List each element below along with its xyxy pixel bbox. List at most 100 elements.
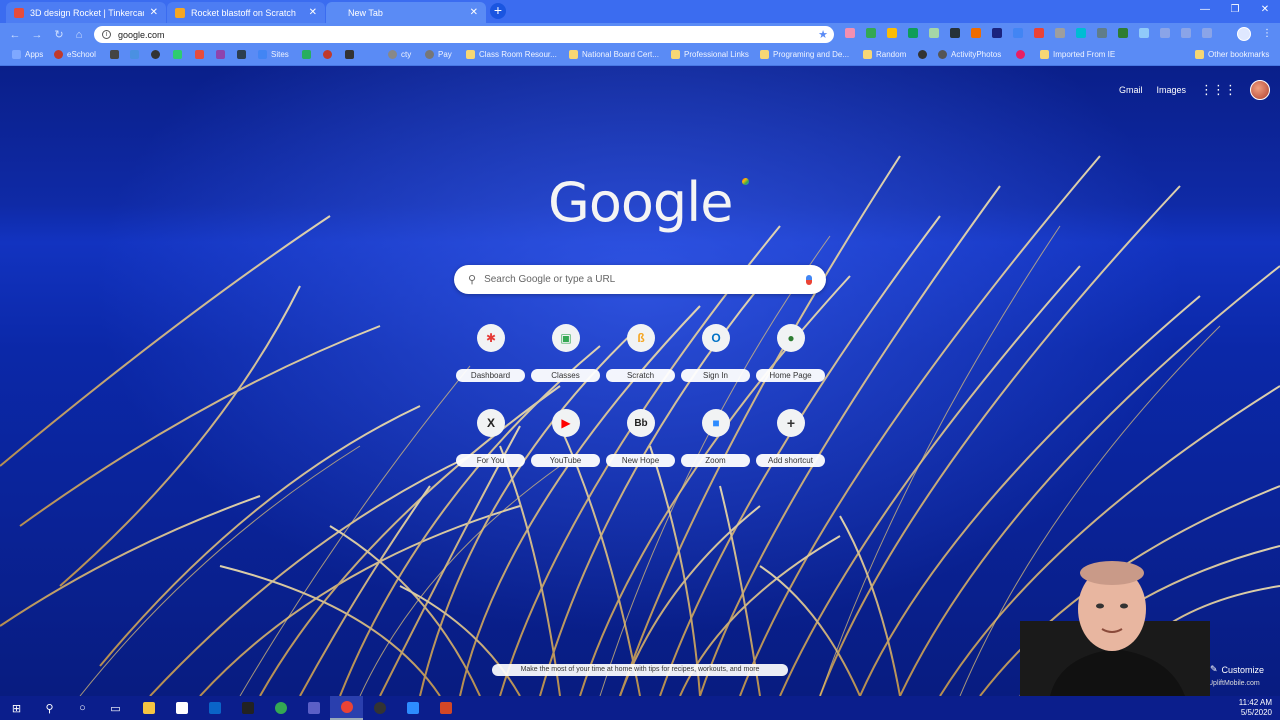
extension-icon[interactable] bbox=[1076, 28, 1086, 38]
extension-icon[interactable] bbox=[1160, 28, 1170, 38]
bookmark-star-icon[interactable]: ★ bbox=[818, 28, 828, 41]
extension-icon[interactable] bbox=[1139, 28, 1149, 38]
extension-icon[interactable] bbox=[971, 28, 981, 38]
bookmark-folder[interactable]: National Board Cert... bbox=[569, 50, 659, 59]
extension-icon[interactable] bbox=[845, 28, 855, 38]
close-window-icon[interactable]: ✕ bbox=[1250, 0, 1280, 22]
gmail-link[interactable]: Gmail bbox=[1119, 85, 1143, 95]
extension-icon[interactable] bbox=[1202, 28, 1212, 38]
zoom-icon[interactable] bbox=[396, 696, 429, 720]
teams-icon[interactable] bbox=[297, 696, 330, 720]
menu-icon[interactable]: ⋮ bbox=[1262, 28, 1272, 39]
system-clock[interactable]: 11:42 AM 5/5/2020 bbox=[1239, 698, 1272, 718]
info-icon[interactable]: i bbox=[102, 30, 111, 39]
search-input[interactable] bbox=[484, 274, 806, 285]
windows-start-icon[interactable]: ⊞ bbox=[0, 696, 33, 720]
home-icon[interactable]: ⌂ bbox=[72, 28, 86, 42]
shortcut-sign-in[interactable]: O Sign In bbox=[678, 324, 753, 409]
close-icon[interactable]: ✕ bbox=[309, 7, 317, 18]
bookmark-folder[interactable]: Programing and De... bbox=[760, 50, 849, 59]
bookmark-folder[interactable]: Professional Links bbox=[671, 50, 749, 59]
shortcut-scratch[interactable]: ß Scratch bbox=[603, 324, 678, 409]
extension-icon[interactable] bbox=[1013, 28, 1023, 38]
bookmark-item[interactable] bbox=[302, 50, 315, 59]
minimize-icon[interactable]: — bbox=[1190, 0, 1220, 22]
bookmark-item[interactable] bbox=[918, 50, 931, 59]
restore-icon[interactable]: ❐ bbox=[1220, 0, 1250, 22]
apps-grid-icon[interactable]: ⋮⋮⋮ bbox=[1200, 82, 1237, 98]
reload-icon[interactable]: ↻ bbox=[52, 28, 66, 42]
scratch-icon bbox=[175, 7, 185, 18]
extension-icon[interactable] bbox=[908, 28, 918, 38]
bookmark-pay[interactable]: Pay bbox=[425, 50, 452, 59]
bookmark-folder[interactable]: Other bookmarks bbox=[1195, 50, 1269, 59]
shortcut-for-you[interactable]: X For You bbox=[453, 409, 528, 494]
bookmark-item[interactable] bbox=[195, 50, 208, 59]
app-icon[interactable] bbox=[165, 696, 198, 720]
bookmark-item[interactable] bbox=[110, 50, 123, 59]
pencil-icon: ✎ bbox=[1210, 664, 1218, 674]
promo-tip[interactable]: Make the most of your time at home with … bbox=[492, 664, 788, 676]
bookmark-cty[interactable]: cty bbox=[388, 50, 411, 59]
microphone-icon[interactable] bbox=[806, 274, 812, 285]
tab-new-tab[interactable]: New Tab ✕ bbox=[326, 2, 486, 23]
tab-tinkercad[interactable]: 3D design Rocket | Tinkercad ✕ bbox=[6, 2, 166, 23]
search-icon[interactable]: ⚲ bbox=[33, 696, 66, 720]
bookmark-activityphotos[interactable]: ActivityPhotos bbox=[938, 50, 1001, 59]
webcam-overlay bbox=[1020, 561, 1210, 696]
bookmark-item[interactable] bbox=[237, 50, 250, 59]
bookmark-item[interactable] bbox=[345, 50, 358, 59]
extension-icon[interactable] bbox=[992, 28, 1002, 38]
extension-icon[interactable] bbox=[950, 28, 960, 38]
bookmark-folder[interactable]: Class Room Resour... bbox=[466, 50, 557, 59]
extension-icon[interactable] bbox=[1055, 28, 1065, 38]
extension-icon[interactable] bbox=[1181, 28, 1191, 38]
shortcut-home-page[interactable]: ● Home Page bbox=[753, 324, 828, 409]
customize-button[interactable]: ✎ Customize bbox=[1210, 664, 1264, 675]
bookmark-item[interactable] bbox=[173, 50, 186, 59]
task-view-icon[interactable]: ▭ bbox=[99, 696, 132, 720]
extension-icon[interactable] bbox=[929, 28, 939, 38]
terminal-icon[interactable] bbox=[231, 696, 264, 720]
bookmark-item[interactable] bbox=[151, 50, 164, 59]
extension-icon[interactable] bbox=[1097, 28, 1107, 38]
shortcut-add[interactable]: + Add shortcut bbox=[753, 409, 828, 494]
profile-icon[interactable] bbox=[1237, 27, 1251, 41]
search-box[interactable]: ⚲ bbox=[454, 265, 826, 294]
obs-icon[interactable] bbox=[363, 696, 396, 720]
bookmark-folder[interactable]: Imported From IE bbox=[1040, 50, 1115, 59]
file-explorer-icon[interactable] bbox=[132, 696, 165, 720]
url-text[interactable]: google.com bbox=[118, 30, 818, 40]
bookmark-eschool[interactable]: eSchool bbox=[54, 50, 96, 59]
images-link[interactable]: Images bbox=[1156, 85, 1186, 95]
close-icon[interactable]: ✕ bbox=[470, 7, 478, 18]
powerpoint-icon[interactable] bbox=[429, 696, 462, 720]
forward-icon[interactable]: → bbox=[30, 28, 44, 42]
back-icon[interactable]: ← bbox=[8, 28, 22, 42]
bookmark-item[interactable] bbox=[1016, 50, 1029, 59]
close-icon[interactable]: ✕ bbox=[150, 7, 158, 18]
shortcut-classes[interactable]: ▣ Classes bbox=[528, 324, 603, 409]
extension-icon[interactable] bbox=[1118, 28, 1128, 38]
avatar[interactable] bbox=[1250, 80, 1270, 100]
address-bar[interactable]: i google.com ★ bbox=[94, 26, 834, 43]
cortana-icon[interactable]: ○ bbox=[66, 696, 99, 720]
bookmark-item[interactable] bbox=[130, 50, 143, 59]
bookmark-apps[interactable]: Apps bbox=[12, 50, 43, 59]
shortcut-zoom[interactable]: ■ Zoom bbox=[678, 409, 753, 494]
extension-icon[interactable] bbox=[1034, 28, 1044, 38]
bookmark-sites[interactable]: Sites bbox=[258, 50, 289, 59]
extension-icon[interactable] bbox=[866, 28, 876, 38]
new-tab-button[interactable]: + bbox=[490, 3, 506, 19]
tab-scratch[interactable]: Rocket blastoff on Scratch ✕ bbox=[167, 2, 325, 23]
bookmark-item[interactable] bbox=[323, 50, 336, 59]
bookmark-folder[interactable]: Random bbox=[863, 50, 906, 59]
chrome-active-icon[interactable] bbox=[330, 696, 363, 720]
bookmark-item[interactable] bbox=[216, 50, 229, 59]
shortcut-youtube[interactable]: ▶ YouTube bbox=[528, 409, 603, 494]
mail-icon[interactable] bbox=[198, 696, 231, 720]
shortcut-dashboard[interactable]: ✱ Dashboard bbox=[453, 324, 528, 409]
shortcut-new-hope[interactable]: Bb New Hope bbox=[603, 409, 678, 494]
extension-icon[interactable] bbox=[887, 28, 897, 38]
chrome-icon[interactable] bbox=[264, 696, 297, 720]
